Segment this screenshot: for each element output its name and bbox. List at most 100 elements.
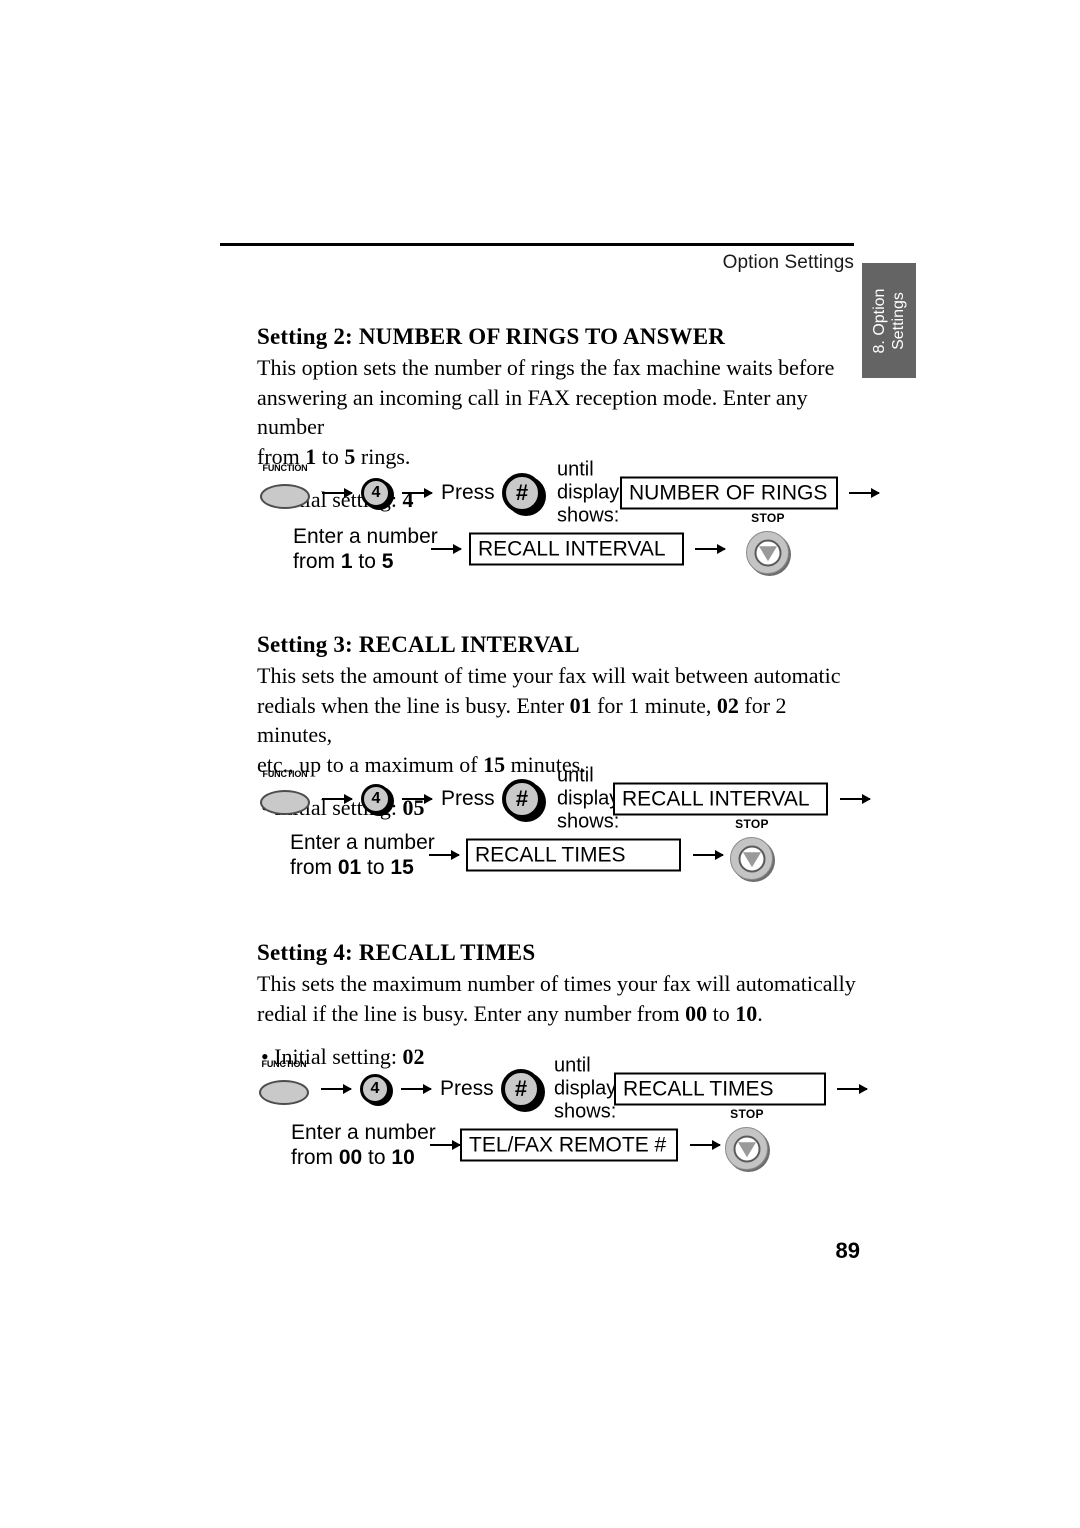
arrow-icon	[849, 488, 880, 498]
until-display-shows-label: until display shows:	[557, 765, 619, 834]
section-4-body-line2-d: 10	[735, 1000, 758, 1026]
enter-number-line: Enter a number	[293, 525, 438, 548]
arrow-icon	[690, 1140, 721, 1150]
stop-key[interactable]	[730, 837, 773, 880]
until-line-1: until	[557, 458, 594, 481]
section-4-heading: Setting 4: RECALL TIMES	[257, 940, 536, 965]
section-setting-4: Setting 4: RECALL TIMES This sets the ma…	[257, 938, 857, 1071]
lcd-display: RECALL INTERVAL	[613, 782, 828, 816]
hash-key[interactable]: #	[502, 473, 542, 513]
section-2-body-post: rings.	[355, 443, 411, 469]
section-2-body-line1: This option sets the number of rings the…	[257, 355, 835, 380]
section-3-body-line2-d: 02	[716, 692, 739, 718]
lcd-display: RECALL TIMES	[466, 838, 681, 872]
chapter-thumb-tab-line2: Settings	[890, 291, 907, 350]
function-key-label: FUNCTION	[262, 769, 308, 779]
arrow-icon	[321, 1084, 352, 1094]
press-label: Press	[441, 481, 495, 504]
enter-number-line: Enter a number	[290, 831, 435, 854]
range-min: 01	[337, 856, 362, 879]
arrow-icon	[401, 1084, 432, 1094]
enter-number-range-label: Enter a number from 00 to 10	[291, 1120, 436, 1170]
until-line-2: display	[557, 481, 620, 504]
until-line-2: display	[554, 1077, 617, 1100]
until-line-2: display	[557, 787, 620, 810]
lcd-display: NUMBER OF RINGS	[620, 476, 838, 510]
arrow-icon	[322, 794, 353, 804]
lcd-display: RECALL TIMES	[614, 1072, 826, 1106]
press-label: Press	[440, 1077, 494, 1100]
lcd-display: RECALL INTERVAL	[469, 532, 684, 566]
procedure-row-1: FUNCTION 4 Press # until display shows: …	[257, 459, 897, 527]
section-4-body-line2-e: .	[757, 1000, 763, 1026]
stop-key-label: STOP	[730, 1107, 764, 1121]
range-pre: from	[293, 550, 341, 573]
arrow-icon	[402, 488, 433, 498]
procedure-row-2: Enter a number from 01 to 15 RECALL TIME…	[257, 817, 897, 884]
section-3-body-line2-a: redials when the line is busy. Enter	[257, 692, 570, 718]
until-line-1: until	[557, 764, 594, 787]
enter-number-line: Enter a number	[291, 1121, 436, 1144]
numeric-key-4[interactable]: 4	[361, 784, 391, 814]
arrow-icon	[840, 794, 871, 804]
arrow-icon	[429, 850, 460, 860]
arrow-icon	[322, 488, 353, 498]
section-3-body-line2-b: 01	[569, 692, 592, 718]
stop-key-label: STOP	[751, 511, 785, 525]
section-3-heading: Setting 3: RECALL INTERVAL	[257, 632, 580, 657]
function-key[interactable]	[260, 484, 310, 509]
range-mid: to	[352, 550, 382, 573]
section-4-body-line2-c: to	[707, 1000, 736, 1026]
press-label: Press	[441, 787, 495, 810]
stop-key[interactable]	[746, 531, 789, 574]
range-pre: from	[290, 856, 338, 879]
numeric-key-4[interactable]: 4	[360, 1074, 390, 1104]
lcd-display: TEL/FAX REMOTE #	[460, 1128, 678, 1162]
section-4-body-line1: This sets the maximum number of times yo…	[257, 971, 856, 996]
section-4-body-line2-a: redial if the line is busy. Enter any nu…	[257, 1000, 686, 1026]
procedure-row-1: FUNCTION 4 Press # until display shows: …	[257, 765, 897, 833]
range-max: 15	[390, 856, 414, 879]
running-head: Option Settings	[722, 252, 854, 273]
range-mid: to	[361, 856, 391, 879]
section-2-body-line2: answering an incoming call in FAX recept…	[257, 384, 808, 440]
range-min: 1	[340, 550, 353, 573]
section-2-body-max: 5	[344, 443, 356, 469]
section-3-body-line1: This sets the amount of time your fax wi…	[257, 663, 841, 688]
procedure-row-2: Enter a number from 00 to 10 TEL/FAX REM…	[257, 1107, 897, 1174]
chapter-thumb-tab-line1: 8. Option	[871, 288, 888, 353]
section-2-body: This option sets the number of rings the…	[257, 353, 857, 471]
procedure-diagram-setting-4: FUNCTION 4 Press # until display shows: …	[257, 1055, 897, 1174]
enter-number-range-label: Enter a number from 1 to 5	[293, 524, 438, 574]
procedure-row-2: Enter a number from 1 to 5 RECALL INTERV…	[257, 511, 897, 578]
section-3-body-line2-c: for 1 minute,	[591, 692, 717, 718]
function-key[interactable]	[260, 790, 310, 815]
range-pre: from	[291, 1146, 339, 1169]
section-2-body-mid: to	[316, 443, 345, 469]
chapter-thumb-tab-text: 8. Option Settings	[870, 288, 908, 353]
arrow-icon	[430, 1140, 461, 1150]
until-line-1: until	[554, 1054, 591, 1077]
range-max: 5	[381, 550, 394, 573]
arrow-icon	[695, 544, 726, 554]
chapter-thumb-tab: 8. Option Settings	[862, 263, 916, 378]
function-key[interactable]	[259, 1080, 309, 1105]
numeric-key-4[interactable]: 4	[361, 478, 391, 508]
section-4-body: This sets the maximum number of times yo…	[257, 969, 857, 1028]
procedure-diagram-setting-2: FUNCTION 4 Press # until display shows: …	[257, 459, 897, 578]
stop-key[interactable]	[725, 1127, 768, 1170]
hash-key[interactable]: #	[502, 779, 542, 819]
procedure-row-1: FUNCTION 4 Press # until display shows: …	[257, 1055, 897, 1123]
enter-number-range-label: Enter a number from 01 to 15	[290, 830, 435, 880]
range-min: 00	[338, 1146, 363, 1169]
hash-key[interactable]: #	[501, 1069, 541, 1109]
until-display-shows-label: until display shows:	[557, 459, 619, 528]
until-display-shows-label: until display shows:	[554, 1055, 616, 1124]
function-key-label: FUNCTION	[262, 463, 308, 473]
arrow-icon	[693, 850, 724, 860]
section-3-body: This sets the amount of time your fax wi…	[257, 661, 857, 779]
range-max: 10	[391, 1146, 415, 1169]
header-rule	[220, 243, 854, 246]
arrow-icon	[837, 1084, 868, 1094]
stop-key-label: STOP	[735, 817, 769, 831]
